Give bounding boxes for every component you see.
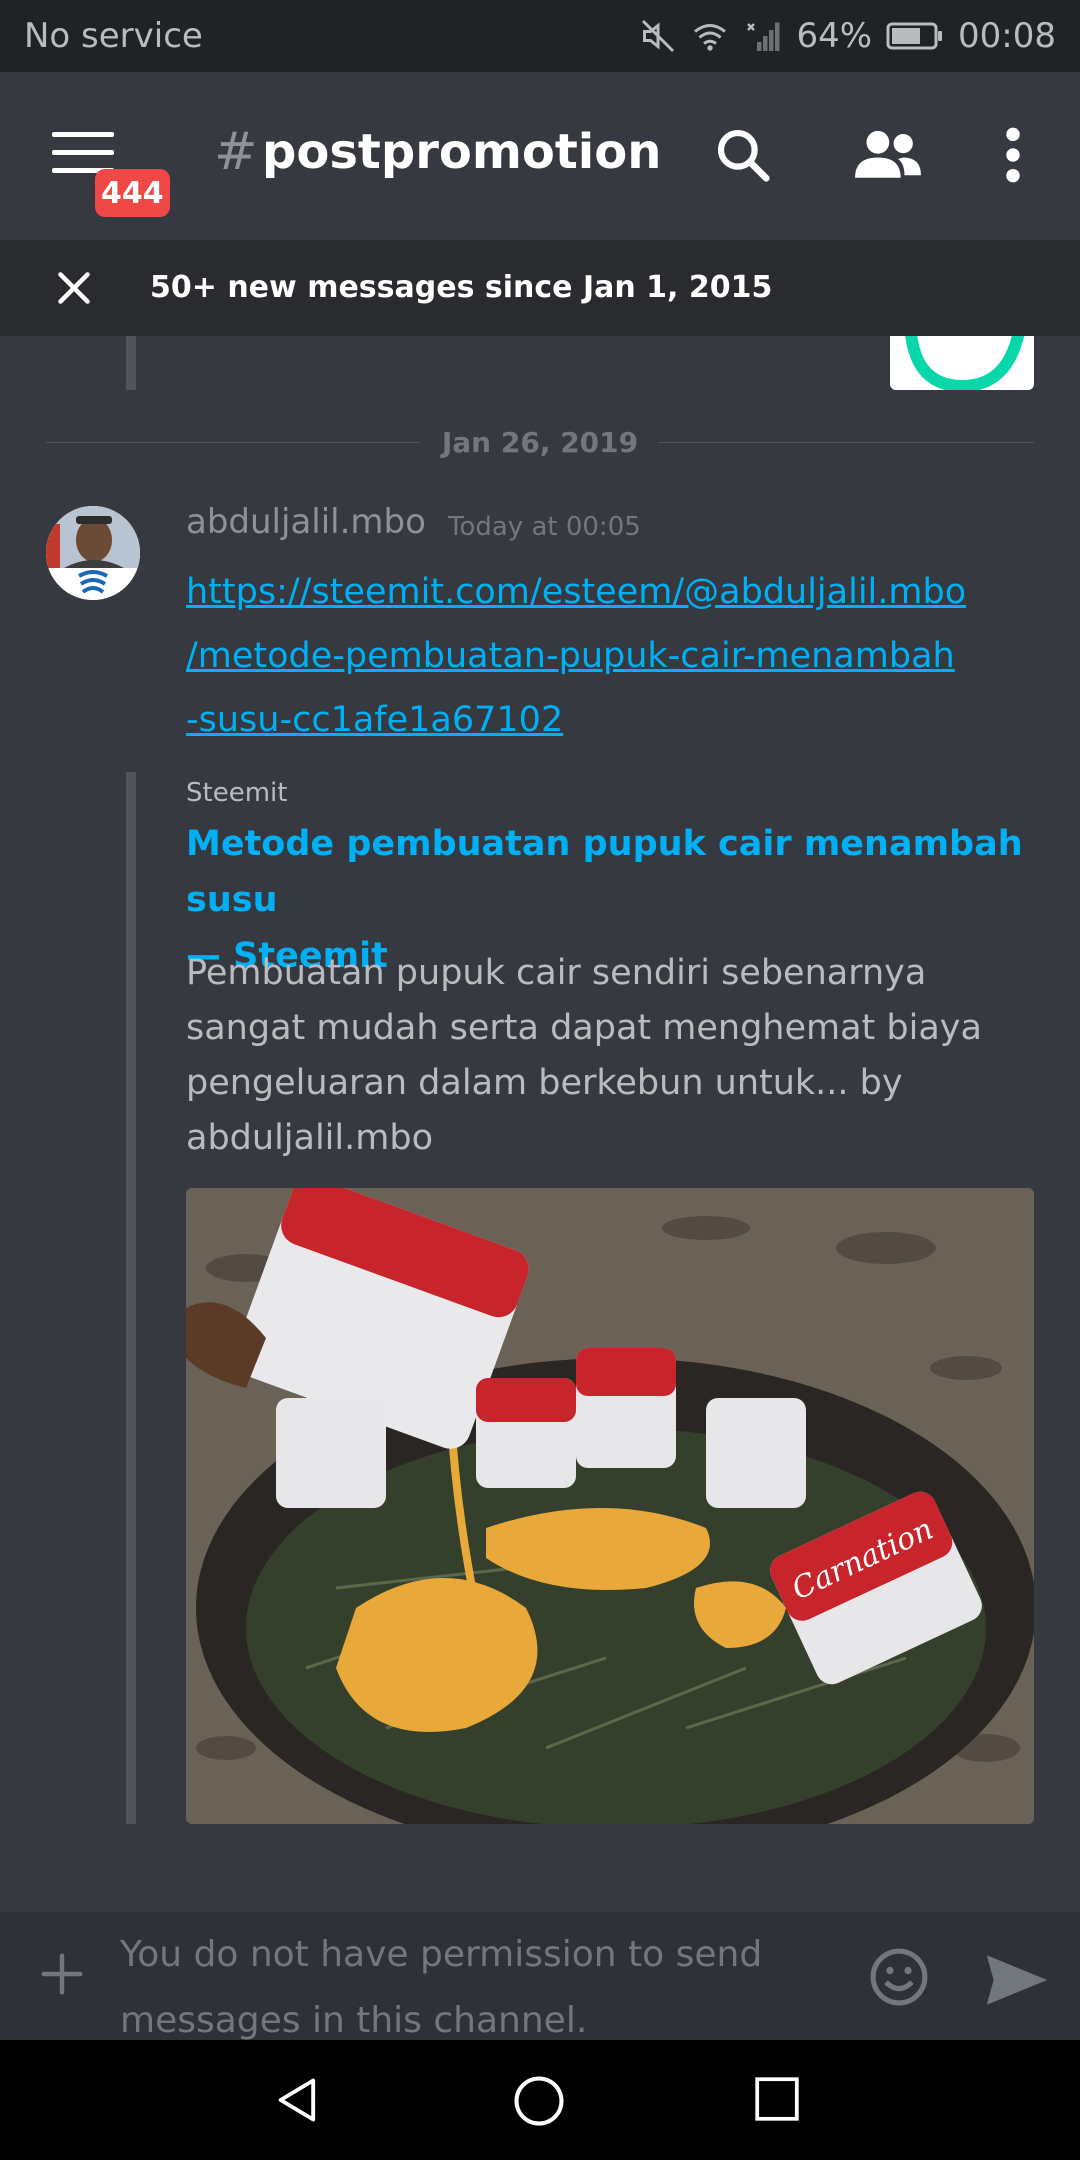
- wifi-icon: [694, 24, 727, 51]
- message-composer: You do not have permission to send messa…: [0, 1912, 1080, 2041]
- status-icons: 64% 00:08: [640, 16, 1056, 56]
- new-messages-banner[interactable]: 50+ new messages since Jan 1, 2015: [0, 240, 1080, 336]
- embed-description-line: pengeluaran dalam berkebun untuk... by: [186, 1063, 903, 1103]
- battery-percent: 64%: [796, 16, 873, 56]
- signal-icon: [747, 22, 780, 51]
- system-nav-bar: [0, 2040, 1080, 2160]
- previous-embed-thumbnail[interactable]: [890, 336, 1034, 390]
- embed-description-line: sangat mudah serta dapat menghemat biaya: [186, 1008, 982, 1048]
- recents-icon[interactable]: [752, 2074, 802, 2124]
- banner-text: 50+ new messages since Jan 1, 2015: [150, 270, 773, 305]
- embed-provider: Steemit: [186, 778, 288, 808]
- embed-title-line[interactable]: Metode pembuatan pupuk cair menambah sus…: [186, 816, 1046, 928]
- send-icon[interactable]: [984, 1952, 1050, 2008]
- unread-badge: 444: [95, 169, 170, 217]
- message-link-line[interactable]: https://steemit.com/esteem/@abduljalil.m…: [186, 560, 1016, 624]
- message-link-line[interactable]: /metode-pembuatan-pupuk-cair-menambah: [186, 624, 1016, 688]
- close-icon[interactable]: [56, 270, 92, 306]
- composer-placeholder-line: You do not have permission to send: [120, 1934, 763, 1975]
- embed-description: Pembuatan pupuk cair sendiri sebenarnya …: [186, 946, 1046, 1166]
- channel-hash-icon: #: [214, 122, 258, 182]
- date-divider-label: Jan 26, 2019: [441, 426, 639, 459]
- embed-image[interactable]: Carnation: [186, 1188, 1034, 1824]
- emoji-icon[interactable]: [868, 1946, 930, 2008]
- clock: 00:08: [958, 16, 1056, 56]
- message-link[interactable]: https://steemit.com/esteem/@abduljalil.m…: [186, 560, 1016, 752]
- previous-embed-bar: [126, 336, 136, 390]
- add-attachment-icon[interactable]: [40, 1952, 84, 1996]
- battery-icon: [886, 22, 943, 50]
- embed-description-line: abduljalil.mbo: [186, 1118, 433, 1158]
- embed-description-line: Pembuatan pupuk cair sendiri sebenarnya: [186, 953, 927, 993]
- carrier-text: No service: [24, 16, 203, 56]
- home-icon[interactable]: [512, 2074, 566, 2128]
- message-timestamp: Today at 00:05: [448, 512, 641, 542]
- app-bar: 444 # postpromotion: [0, 72, 1080, 240]
- message-link-line[interactable]: -susu-cc1afe1a67102: [186, 688, 1016, 752]
- mute-icon: [642, 19, 675, 53]
- status-bar: No service 64% 00:08: [0, 0, 1080, 72]
- channel-title: postpromotion: [262, 124, 662, 180]
- search-icon[interactable]: [712, 124, 774, 186]
- avatar[interactable]: [46, 506, 140, 600]
- message-author[interactable]: abduljalil.mbo: [186, 502, 426, 542]
- overflow-menu-icon[interactable]: [998, 124, 1028, 186]
- members-icon[interactable]: [850, 124, 926, 186]
- embed-accent-bar: [126, 772, 136, 1824]
- message-input: You do not have permission to send messa…: [120, 1922, 840, 2054]
- date-divider: Jan 26, 2019: [46, 424, 1034, 460]
- back-icon[interactable]: [272, 2074, 324, 2126]
- steemit-logo-icon: [905, 336, 1025, 390]
